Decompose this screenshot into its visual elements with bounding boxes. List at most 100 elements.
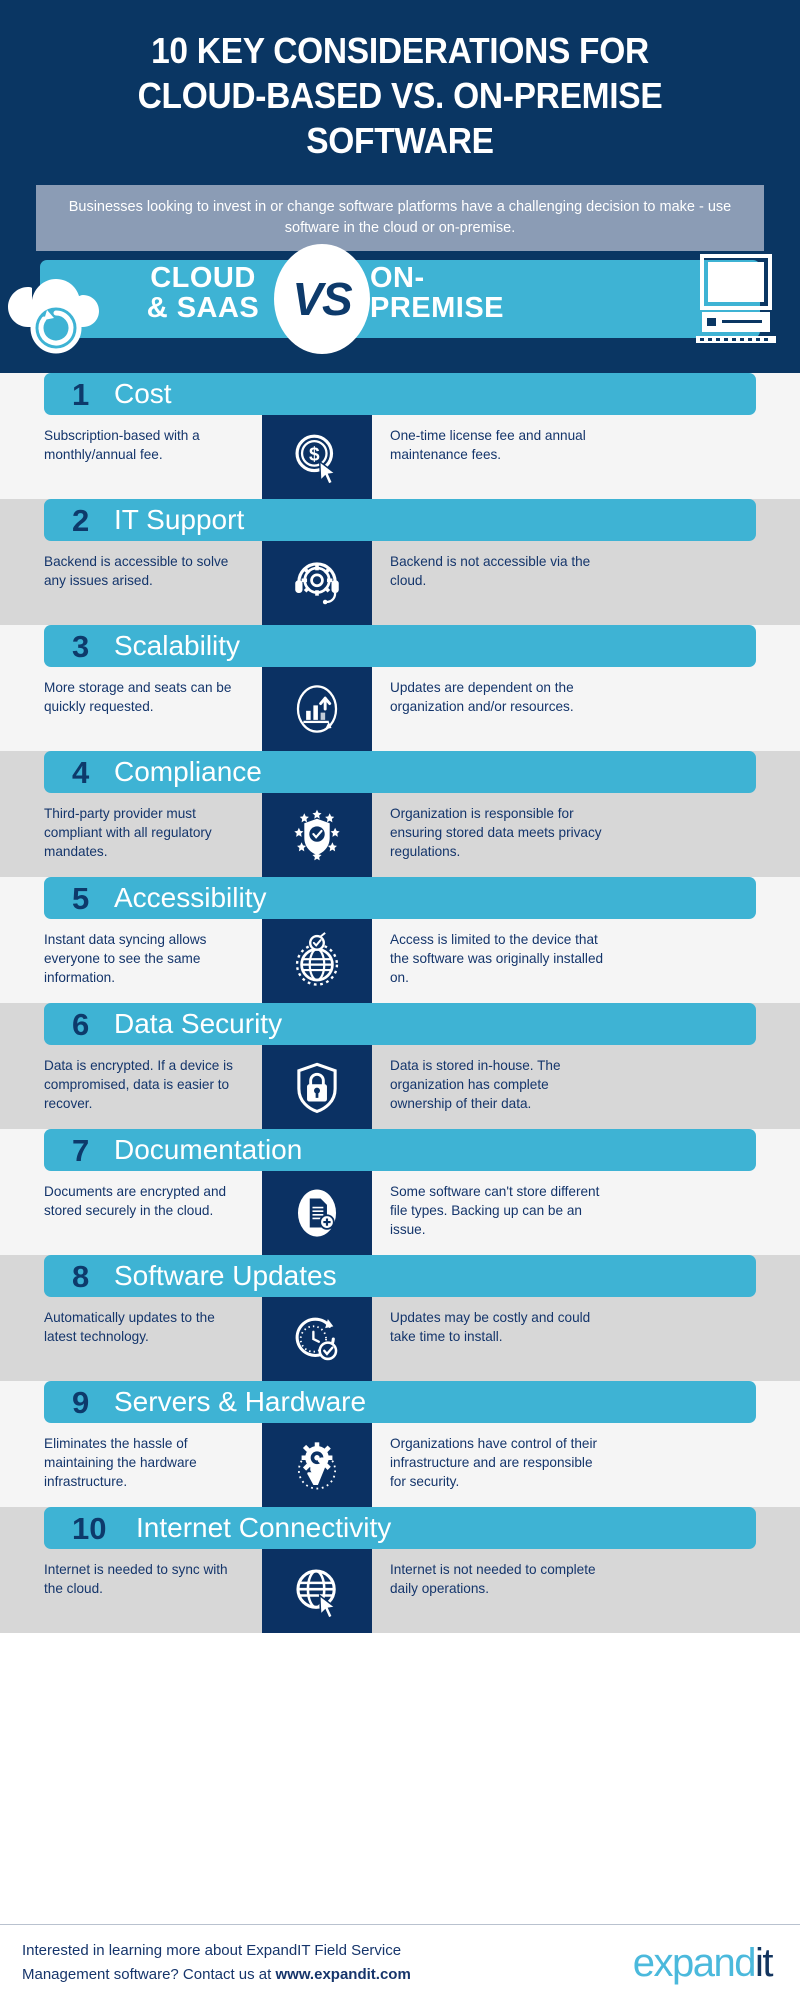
page-title-line-2: CLOUD-BASED VS. ON-PREMISE <box>137 75 663 116</box>
row-title-bar[interactable]: 7 Documentation <box>44 1129 756 1171</box>
row-content: 4 Compliance Third-party provider must c… <box>0 751 800 877</box>
document-plus-icon <box>262 1171 372 1255</box>
onprem-label-line-1: ON- <box>370 262 425 294</box>
cloud-column-text: More storage and seats can be quickly re… <box>44 680 232 714</box>
row-title: Documentation <box>114 1134 303 1165</box>
row-columns: Documents are encrypted and stored secur… <box>0 1171 800 1255</box>
footer-line-2-prefix: Management software? Contact us at <box>22 1965 276 1983</box>
row-number: 8 <box>72 1258 90 1294</box>
onpremise-column-text: Access is limited to the device that the… <box>390 932 604 985</box>
row-content: 10 Internet Connectivity Internet is nee… <box>0 1507 800 1633</box>
row-content: 9 Servers & Hardware Eliminates the hass… <box>0 1381 800 1507</box>
headset-gear-icon <box>262 541 372 625</box>
comparison-row: 3 Scalability More storage and seats can… <box>0 625 800 751</box>
onprem-label-line-2: PREMISE <box>370 291 505 324</box>
row-columns: Eliminates the hassle of maintaining the… <box>0 1423 800 1507</box>
row-title: Cost <box>114 378 172 409</box>
row-columns: Third-party provider must compliant with… <box>0 793 800 877</box>
header: 10 KEY CONSIDERATIONS FOR CLOUD-BASED VS… <box>0 0 800 373</box>
comparison-row: 1 Cost Subscription-based with a monthly… <box>0 373 800 499</box>
row-number: 1 <box>72 376 90 412</box>
row-title-bar[interactable]: 1 Cost <box>44 373 756 415</box>
comparison-rows: 1 Cost Subscription-based with a monthly… <box>0 373 800 1633</box>
cloud-column-text: Documents are encrypted and stored secur… <box>44 1184 227 1218</box>
row-columns: Instant data syncing allows everyone to … <box>0 919 800 1003</box>
vs-badge: VS <box>274 244 370 354</box>
row-columns: Data is encrypted. If a device is compro… <box>0 1045 800 1129</box>
cloud-saas-label: CLOUD & SAAS <box>118 262 288 324</box>
cloud-column-text: Instant data syncing allows everyone to … <box>44 932 207 985</box>
row-content: 5 Accessibility Instant data syncing all… <box>0 877 800 1003</box>
expandit-logo: expandit <box>633 1943 778 1983</box>
cloud-column-text: Backend is accessible to solve any issue… <box>44 554 229 588</box>
desktop-computer-icon <box>696 254 776 343</box>
onpremise-column-text: Some software can't store different file… <box>390 1184 600 1237</box>
row-title-bar[interactable]: 6 Data Security <box>44 1003 756 1045</box>
comparison-row: 2 IT Support Backend is accessible to so… <box>0 499 800 625</box>
page-title: 10 KEY CONSIDERATIONS FOR CLOUD-BASED VS… <box>28 22 772 163</box>
cloud-column-text: Automatically updates to the latest tech… <box>44 1310 215 1344</box>
row-title-bar[interactable]: 9 Servers & Hardware <box>44 1381 756 1423</box>
row-content: 1 Cost Subscription-based with a monthly… <box>0 373 800 499</box>
cloud-label-line-2: & SAAS <box>146 291 260 324</box>
comparison-row: 5 Accessibility Instant data syncing all… <box>0 877 800 1003</box>
row-title-bar[interactable]: 2 IT Support <box>44 499 756 541</box>
row-title-bar[interactable]: 3 Scalability <box>44 625 756 667</box>
cloud-label-line-1: CLOUD <box>150 262 256 294</box>
svg-text:$: $ <box>309 445 320 466</box>
row-number: 5 <box>72 880 90 916</box>
onpremise-column-text: Internet is not needed to complete daily… <box>390 1562 596 1596</box>
row-content: 3 Scalability More storage and seats can… <box>0 625 800 751</box>
subtitle-banner: Businesses looking to invest in or chang… <box>36 185 764 252</box>
onpremise-column-text: Updates may be costly and could take tim… <box>390 1310 591 1344</box>
onpremise-column-text: One-time license fee and annual maintena… <box>390 428 586 462</box>
row-number: 10 <box>72 1510 107 1546</box>
row-number: 9 <box>72 1384 90 1420</box>
footer-text: Interested in learning more about Expand… <box>22 1939 633 1987</box>
row-title: Scalability <box>114 630 241 661</box>
comparison-row: 10 Internet Connectivity Internet is nee… <box>0 1507 800 1633</box>
row-number: 3 <box>72 628 90 664</box>
row-title-bar[interactable]: 10 Internet Connectivity <box>44 1507 756 1549</box>
cloud-column-text: Third-party provider must compliant with… <box>44 806 212 859</box>
vs-badge-label: VS <box>292 273 352 325</box>
row-title-bar[interactable]: 4 Compliance <box>44 751 756 793</box>
cloud-column-text: Internet is needed to sync with the clou… <box>44 1562 228 1596</box>
row-title: Servers & Hardware <box>114 1386 367 1417</box>
footer-line-2: Management software? Contact us at www.e… <box>22 1963 633 1987</box>
row-title: Data Security <box>114 1008 283 1039</box>
row-content: 8 Software Updates Automatically updates… <box>0 1255 800 1381</box>
cloud-vs-onpremise-band: CLOUD & SAAS VS ON- PREMISE <box>0 244 800 354</box>
row-number: 2 <box>72 502 90 538</box>
footer-website-link[interactable]: www.expandit.com <box>275 1966 410 1983</box>
onpremise-column-text: Organizations have control of their infr… <box>390 1436 598 1489</box>
row-number: 6 <box>72 1006 90 1042</box>
row-title-bar[interactable]: 5 Accessibility <box>44 877 756 919</box>
footer-line-1: Interested in learning more about Expand… <box>22 1941 402 1959</box>
row-columns: Automatically updates to the latest tech… <box>0 1297 800 1381</box>
row-number: 7 <box>72 1132 90 1168</box>
comparison-row: 4 Compliance Third-party provider must c… <box>0 751 800 877</box>
row-columns: Backend is accessible to solve any issue… <box>0 541 800 625</box>
cloud-column-text: Eliminates the hassle of maintaining the… <box>44 1436 197 1489</box>
clock-refresh-check-icon <box>262 1297 372 1381</box>
row-number: 4 <box>72 754 90 790</box>
cloud-column-text: Subscription-based with a monthly/annual… <box>44 428 200 462</box>
onpremise-column-text: Backend is not accessible via the cloud. <box>390 554 591 588</box>
onpremise-column-text: Organization is responsible for ensuring… <box>390 806 602 859</box>
shield-padlock-icon <box>262 1045 372 1129</box>
row-columns: Subscription-based with a monthly/annual… <box>0 415 800 499</box>
infographic-page: 10 KEY CONSIDERATIONS FOR CLOUD-BASED VS… <box>0 0 800 2000</box>
page-title-line-1: 10 KEY CONSIDERATIONS FOR <box>151 30 649 71</box>
row-title: Internet Connectivity <box>136 1512 392 1543</box>
gear-wrench-icon <box>262 1423 372 1507</box>
row-columns: More storage and seats can be quickly re… <box>0 667 800 751</box>
dollar-coin-cursor-icon: $ <box>262 415 372 499</box>
row-title: Software Updates <box>114 1260 337 1291</box>
cloud-column-text: Data is encrypted. If a device is compro… <box>44 1058 233 1111</box>
row-title-bar[interactable]: 8 Software Updates <box>44 1255 756 1297</box>
onpremise-column-text: Data is stored in-house. The organizatio… <box>390 1058 561 1111</box>
logo-expand-part: expand <box>632 1940 757 1985</box>
row-title: Accessibility <box>114 882 267 913</box>
growth-chart-arrow-icon <box>262 667 372 751</box>
